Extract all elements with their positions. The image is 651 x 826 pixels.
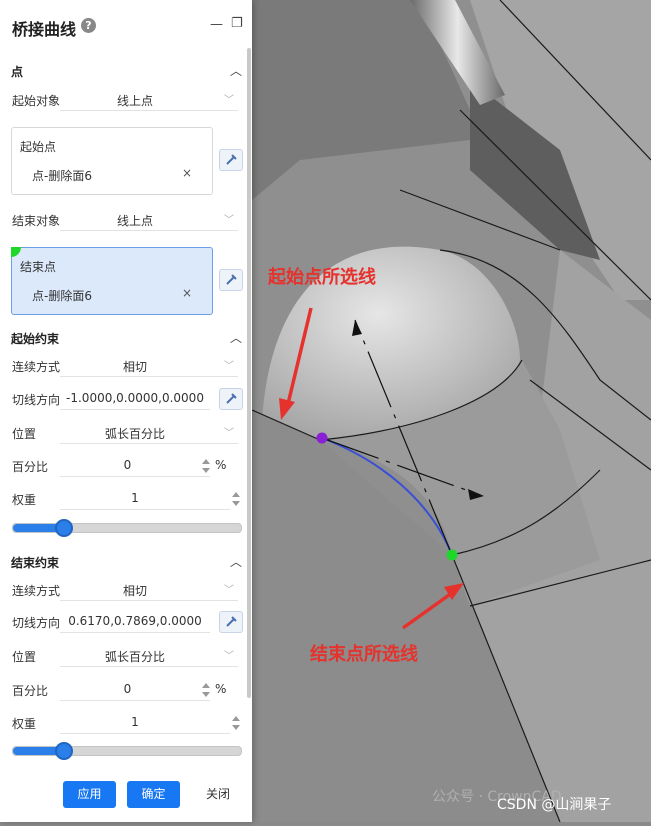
start-point-label: 起始点: [20, 140, 57, 154]
ok-button[interactable]: 确定: [127, 781, 180, 808]
end-constraint-header: 结束约束: [11, 556, 60, 570]
end-tangent-label: 切线方向: [12, 616, 61, 630]
pick-end-tangent-button[interactable]: [219, 611, 243, 633]
start-tangent-value: -1.0000,0.0000,0.0000: [66, 391, 204, 405]
end-object-value: 线上点: [116, 214, 153, 228]
end-percent-label: 百分比: [12, 684, 49, 698]
end-continuity-value: 相切: [122, 584, 147, 598]
pick-start-tangent-button[interactable]: [219, 388, 243, 410]
start-tangent-input[interactable]: -1.0000,0.0000,0.0000: [60, 389, 210, 410]
start-position-label: 位置: [12, 427, 37, 441]
end-continuity-select[interactable]: 相切 ﹀: [60, 580, 238, 601]
panel-title: 桥接曲线: [12, 20, 77, 39]
start-percent-unit: %: [215, 458, 227, 472]
end-point-value: 点-删除面6: [32, 289, 92, 303]
end-weight-label: 权重: [12, 717, 37, 731]
close-button[interactable]: 关闭: [192, 781, 244, 808]
start-object-label: 起始对象: [12, 94, 61, 108]
clear-start-point-icon[interactable]: ×: [182, 166, 192, 180]
bridge-curve-panel: 桥接曲线 ? — ❐ 点 ︿ 起始对象 线上点 ﹀ 起始点 点-删除面6 × 结…: [0, 0, 252, 822]
clear-end-point-icon[interactable]: ×: [182, 286, 192, 300]
end-point-box[interactable]: 结束点 点-删除面6 ×: [11, 247, 213, 315]
csdn-watermark: CSDN @山涧果子: [497, 797, 612, 813]
minimize-icon[interactable]: —: [210, 17, 223, 32]
start-percent-label: 百分比: [12, 460, 49, 474]
chevron-up-icon[interactable]: ︿: [230, 553, 242, 570]
start-continuity-label: 连续方式: [12, 360, 61, 374]
start-percent-input[interactable]: 0: [60, 456, 210, 477]
end-object-label: 结束对象: [12, 214, 61, 228]
start-tangent-label: 切线方向: [12, 393, 61, 407]
slider-handle[interactable]: [55, 519, 74, 537]
end-object-select[interactable]: 线上点 ﹀: [60, 210, 238, 231]
end-percent-value: 0: [123, 682, 132, 696]
start-point-value: 点-删除面6: [32, 169, 92, 183]
end-weight-input[interactable]: 1: [60, 713, 230, 734]
start-percent-value: 0: [123, 458, 132, 472]
start-object-select[interactable]: 线上点 ﹀: [60, 90, 238, 111]
help-icon[interactable]: ?: [81, 18, 96, 33]
chevron-down-icon: ﹀: [224, 585, 234, 596]
end-position-value: 弧长百分比: [104, 650, 165, 664]
end-point-label: 结束点: [20, 260, 57, 274]
panel-titlebar[interactable]: 桥接曲线 ? — ❐: [0, 0, 252, 50]
end-annotation-label: 结束点所选线: [310, 644, 418, 665]
end-percent-unit: %: [215, 682, 227, 696]
end-weight-spinner-icon[interactable]: [231, 713, 241, 733]
start-position-select[interactable]: 弧长百分比 ﹀: [60, 423, 238, 444]
chevron-down-icon: ﹀: [224, 428, 234, 439]
end-tangent-input[interactable]: 0.6170,0.7869,0.0000: [60, 612, 210, 633]
end-percent-input[interactable]: 0: [60, 680, 210, 701]
end-position-select[interactable]: 弧长百分比 ﹀: [60, 646, 238, 667]
start-point-marker[interactable]: [316, 432, 328, 444]
picker-icon: [226, 154, 237, 165]
start-weight-input[interactable]: 1: [60, 489, 230, 510]
chevron-down-icon: ﹀: [224, 215, 234, 226]
apply-button[interactable]: 应用: [63, 781, 116, 808]
start-object-value: 线上点: [116, 94, 153, 108]
chevron-down-icon: ﹀: [224, 95, 234, 106]
end-weight-value: 1: [131, 715, 139, 729]
start-continuity-select[interactable]: 相切 ﹀: [60, 356, 238, 377]
point-section-header: 点: [11, 65, 24, 79]
start-constraint-header: 起始约束: [11, 332, 60, 346]
chevron-down-icon: ﹀: [224, 651, 234, 662]
start-weight-label: 权重: [12, 493, 37, 507]
picker-icon: [226, 616, 237, 627]
start-weight-spinner-icon[interactable]: [231, 489, 241, 509]
start-point-box[interactable]: 起始点 点-删除面6 ×: [11, 127, 213, 195]
slider-handle[interactable]: [55, 742, 74, 760]
pick-start-point-button[interactable]: [219, 149, 243, 171]
restore-icon[interactable]: ❐: [231, 16, 243, 31]
end-weight-slider[interactable]: [12, 742, 242, 760]
end-point-marker[interactable]: [446, 549, 458, 561]
end-percent-spinner-icon[interactable]: [201, 680, 211, 700]
start-percent-spinner-icon[interactable]: [201, 456, 211, 476]
end-position-label: 位置: [12, 650, 37, 664]
panel-scrollbar[interactable]: [247, 48, 251, 698]
start-annotation-label: 起始点所选线: [268, 267, 376, 288]
picker-icon: [226, 393, 237, 404]
start-weight-slider[interactable]: [12, 519, 242, 537]
end-tangent-value: 0.6170,0.7869,0.0000: [68, 614, 202, 628]
start-continuity-value: 相切: [122, 360, 147, 374]
start-weight-value: 1: [131, 491, 139, 505]
picker-icon: [226, 274, 237, 285]
start-position-value: 弧长百分比: [104, 427, 165, 441]
pick-end-point-button[interactable]: [219, 269, 243, 291]
chevron-up-icon[interactable]: ︿: [230, 329, 242, 346]
chevron-down-icon: ﹀: [224, 361, 234, 372]
end-continuity-label: 连续方式: [12, 584, 61, 598]
chevron-up-icon[interactable]: ︿: [230, 62, 242, 79]
